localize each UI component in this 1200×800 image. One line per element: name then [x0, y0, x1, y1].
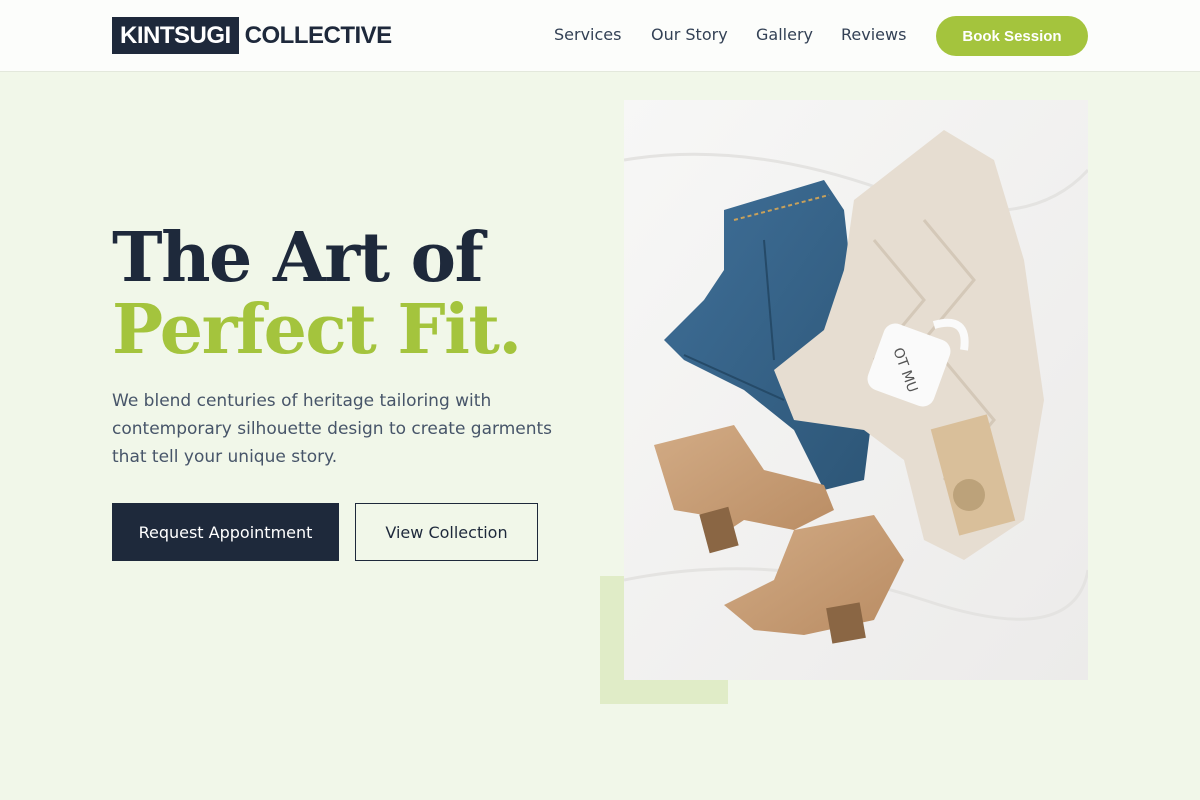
hero-image: OT MU: [624, 100, 1088, 680]
view-collection-button[interactable]: View Collection: [355, 503, 538, 561]
request-appointment-button[interactable]: Request Appointment: [112, 503, 339, 561]
logo-rest-text: COLLECTIVE: [244, 21, 393, 49]
nav-link-our-story[interactable]: Our Story: [651, 24, 728, 46]
book-session-button[interactable]: Book Session: [936, 16, 1088, 56]
site-header: KINTSUGI COLLECTIVE Services Our Story G…: [0, 0, 1200, 72]
brand-logo[interactable]: KINTSUGI COLLECTIVE: [112, 17, 392, 54]
nav-link-services[interactable]: Services: [554, 24, 621, 46]
nav-link-reviews[interactable]: Reviews: [841, 24, 906, 46]
headline-line-1: The Art of: [112, 218, 484, 298]
hero-headline: The Art of Perfect Fit.: [112, 218, 522, 370]
headline-line-2: Perfect Fit.: [112, 290, 522, 370]
hero-description: We blend centuries of heritage tailoring…: [112, 391, 553, 467]
logo-box-text: KINTSUGI: [112, 17, 239, 54]
nav-link-gallery[interactable]: Gallery: [756, 24, 813, 46]
